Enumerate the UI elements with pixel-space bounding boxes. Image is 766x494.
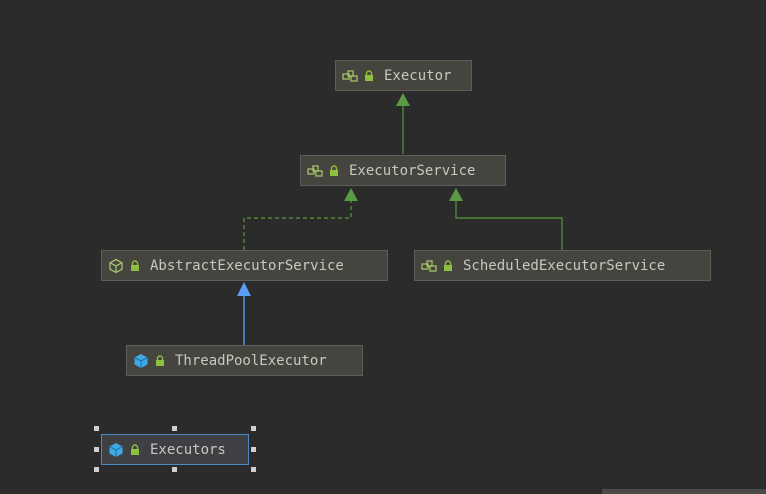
horizontal-scrollbar[interactable] xyxy=(602,489,766,494)
selection-handle[interactable] xyxy=(94,426,99,431)
node-label: ThreadPoolExecutor xyxy=(175,352,327,369)
lock-icon xyxy=(442,258,454,274)
lock-icon xyxy=(328,163,340,179)
edge-threadpoolexecutor-abstractexecutorservice xyxy=(237,282,251,345)
selection-handle[interactable] xyxy=(251,426,256,431)
lock-icon xyxy=(129,442,141,458)
node-scheduledexecutorservice[interactable]: ScheduledExecutorService xyxy=(414,250,711,281)
class-icon xyxy=(108,442,124,458)
node-label: Executor xyxy=(384,67,452,84)
node-threadpoolexecutor[interactable]: ThreadPoolExecutor xyxy=(126,345,363,376)
selection-handle[interactable] xyxy=(172,467,177,472)
selection-handle[interactable] xyxy=(94,447,99,452)
node-executorservice[interactable]: ExecutorService xyxy=(300,155,506,186)
selection-handle[interactable] xyxy=(172,426,177,431)
abstract-class-icon xyxy=(108,258,124,274)
edge-abstractexecutorservice-executorservice xyxy=(243,188,358,250)
node-label: AbstractExecutorService xyxy=(150,257,344,274)
lock-icon xyxy=(363,68,375,84)
lock-icon xyxy=(129,258,141,274)
node-label: ExecutorService xyxy=(349,162,476,179)
node-label: ScheduledExecutorService xyxy=(463,257,666,274)
node-executors[interactable]: Executors xyxy=(101,434,249,465)
selection-handle[interactable] xyxy=(251,467,256,472)
selection-handle[interactable] xyxy=(251,447,256,452)
lock-icon xyxy=(154,353,166,369)
edge-scheduledexecutorservice-executorservice xyxy=(449,188,563,250)
edge-executorservice-executor xyxy=(396,93,410,154)
interface-icon xyxy=(421,258,437,274)
interface-icon xyxy=(307,163,323,179)
node-label: Executors xyxy=(150,441,226,458)
diagram-canvas[interactable]: Executor ExecutorService AbstractExecuto… xyxy=(0,0,766,494)
node-executor[interactable]: Executor xyxy=(335,60,472,91)
interface-icon xyxy=(342,68,358,84)
class-icon xyxy=(133,353,149,369)
node-abstractexecutorservice[interactable]: AbstractExecutorService xyxy=(101,250,388,281)
selection-handle[interactable] xyxy=(94,467,99,472)
